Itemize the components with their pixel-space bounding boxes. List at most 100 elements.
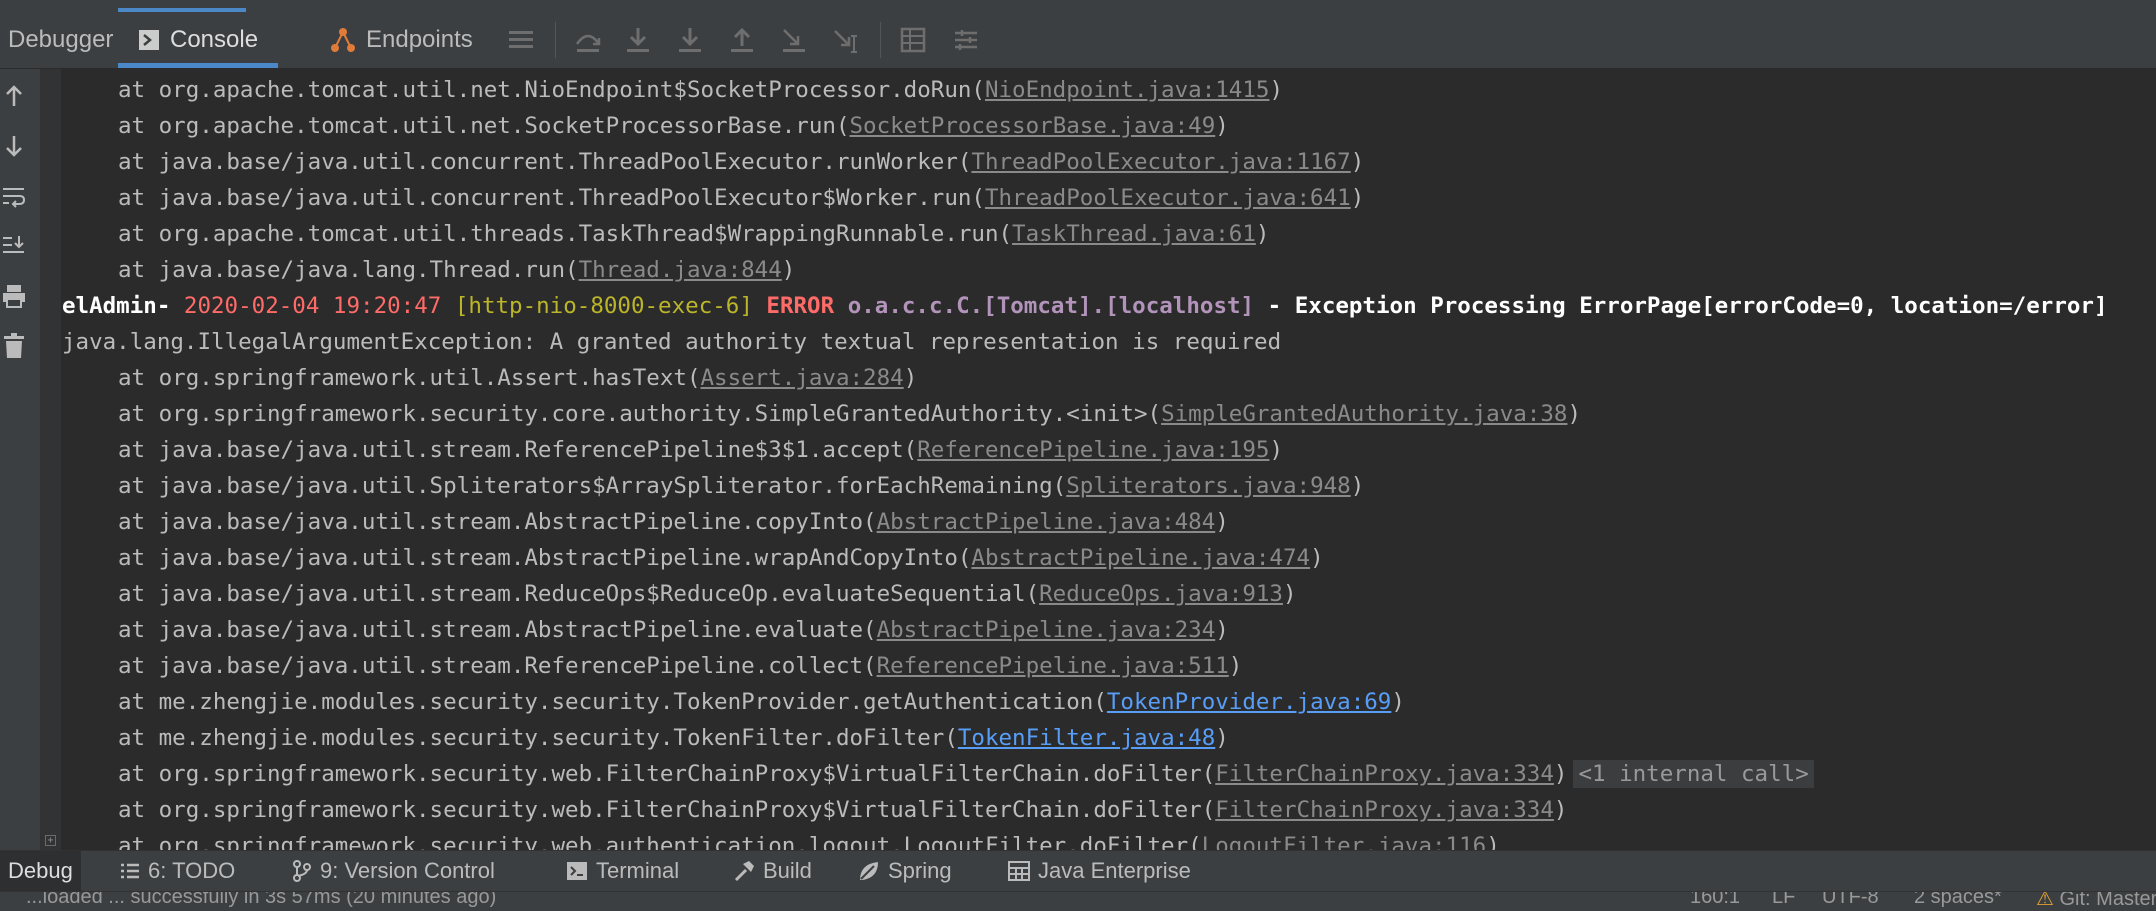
stack-trace-line: at java.base/java.util.stream.ReduceOps$… — [62, 576, 2156, 612]
log-app-name: elAdmin- — [62, 293, 170, 319]
caret-position[interactable]: 160:1 — [1690, 891, 1740, 909]
trace-method: at java.base/java.util.concurrent.Thread… — [118, 185, 985, 211]
up-arrow-icon[interactable] — [0, 82, 28, 110]
stack-trace-line: at java.base/java.lang.Thread.run(Thread… — [62, 252, 2156, 288]
trace-method: at java.base/java.util.stream.ReduceOps$… — [118, 581, 1039, 607]
source-link[interactable]: TaskThread.java:61 — [1012, 221, 1256, 247]
tab-endpoints[interactable]: Endpoints — [330, 12, 473, 68]
trace-method: at org.apache.tomcat.util.net.NioEndpoin… — [118, 77, 985, 103]
trace-method: at org.apache.tomcat.util.net.SocketProc… — [118, 113, 850, 139]
source-link[interactable]: NioEndpoint.java:1415 — [985, 77, 1269, 103]
table-icon[interactable] — [897, 24, 929, 56]
console-icon — [138, 29, 160, 51]
source-link[interactable]: ReduceOps.java:913 — [1039, 581, 1283, 607]
force-step-into-icon[interactable] — [674, 24, 706, 56]
source-link[interactable]: AbstractPipeline.java:234 — [877, 617, 1216, 643]
console-output[interactable]: at org.apache.tomcat.util.net.NioEndpoin… — [62, 72, 2156, 850]
line-separator[interactable]: LF — [1772, 891, 1795, 909]
bottom-tab-spring[interactable]: Spring — [858, 851, 952, 891]
settings-list-icon[interactable] — [950, 24, 982, 56]
tab-console-underline — [118, 63, 278, 68]
git-branch[interactable]: ⚠ Git: Master — [2036, 891, 2156, 911]
git-branch-label: Git: Master — [2060, 891, 2156, 910]
toolbar-separator — [880, 22, 881, 58]
print-icon[interactable] — [0, 282, 28, 310]
trace-suffix: ) — [1554, 797, 1568, 823]
trace-method: at me.zhengjie.modules.security.security… — [118, 725, 958, 751]
down-arrow-icon[interactable] — [0, 132, 28, 160]
source-link[interactable]: Spliterators.java:948 — [1066, 473, 1350, 499]
step-into-icon[interactable] — [622, 24, 654, 56]
bottom-tab-todo[interactable]: 6: TODO — [120, 851, 235, 891]
run-to-cursor-icon[interactable] — [778, 24, 810, 56]
trace-method: at org.springframework.security.web.Filt… — [118, 761, 1215, 787]
trace-suffix: ) — [1567, 401, 1581, 427]
source-link[interactable]: FilterChainProxy.java:334 — [1215, 797, 1554, 823]
fold-expand-icon[interactable]: + — [45, 835, 56, 846]
source-link[interactable]: SocketProcessorBase.java:49 — [850, 113, 1216, 139]
bottom-tab-java-enterprise[interactable]: Java Enterprise — [1008, 851, 1191, 891]
status-message: ...loaded ... successfully in 3s 57ms (2… — [26, 891, 496, 909]
trace-method: at java.base/java.util.stream.ReferenceP… — [118, 653, 877, 679]
trace-suffix: ) — [1269, 77, 1283, 103]
source-link[interactable]: AbstractPipeline.java:484 — [877, 509, 1216, 535]
log-level: ERROR — [766, 293, 834, 319]
evaluate-cursor-icon[interactable] — [830, 24, 862, 56]
trace-method: at java.base/java.util.stream.ReferenceP… — [118, 437, 917, 463]
stack-trace-line: at java.base/java.util.stream.AbstractPi… — [62, 612, 2156, 648]
trace-suffix: ) — [1256, 221, 1270, 247]
trace-suffix: ) — [1269, 437, 1283, 463]
debug-toolbar: Debugger Console Endpoints — [0, 12, 2156, 69]
tab-debugger-label: Debugger — [8, 26, 113, 54]
status-bar: ...loaded ... successfully in 3s 57ms (2… — [0, 891, 2156, 911]
scroll-to-end-icon[interactable] — [0, 232, 28, 260]
source-link[interactable]: FilterChainProxy.java:334 — [1215, 761, 1554, 787]
source-link[interactable]: ReferencePipeline.java:511 — [877, 653, 1229, 679]
step-out-icon[interactable] — [726, 24, 758, 56]
bottom-tab-version-control[interactable]: 9: Version Control — [292, 851, 495, 891]
trace-method: at org.apache.tomcat.util.threads.TaskTh… — [118, 221, 1012, 247]
tab-console-label: Console — [170, 26, 258, 54]
bottom-tab-build[interactable]: Build — [733, 851, 812, 891]
tab-debugger[interactable]: Debugger — [8, 12, 113, 68]
source-link[interactable]: AbstractPipeline.java:474 — [971, 545, 1310, 571]
source-link[interactable]: LogoutFilter.java:116 — [1202, 833, 1486, 850]
trace-suffix: ) — [1391, 689, 1405, 715]
internal-call-badge[interactable]: <1 internal call> — [1573, 760, 1813, 788]
source-link[interactable]: SimpleGrantedAuthority.java:38 — [1161, 401, 1567, 427]
endpoints-icon — [330, 27, 356, 53]
log-message: - Exception Processing ErrorPage[errorCo… — [1268, 293, 2108, 319]
list-icon[interactable] — [505, 24, 537, 56]
indent-setting[interactable]: 2 spaces* — [1914, 891, 2002, 909]
source-link[interactable]: TokenFilter.java:48 — [958, 725, 1215, 751]
bottom-tab-debug[interactable]: Debug — [0, 851, 81, 891]
soft-wrap-icon[interactable] — [0, 182, 28, 210]
log-timestamp: 2020-02-04 19:20:47 — [184, 293, 441, 319]
source-link[interactable]: ThreadPoolExecutor.java:1167 — [971, 149, 1350, 175]
trace-method: at org.springframework.security.core.aut… — [118, 401, 1161, 427]
trace-method: at java.base/java.util.stream.AbstractPi… — [118, 617, 877, 643]
bottom-tab-java-enterprise-label: Java Enterprise — [1038, 858, 1191, 884]
trace-method: at java.base/java.util.stream.AbstractPi… — [118, 545, 971, 571]
trash-icon[interactable] — [0, 332, 28, 360]
stack-trace-line: at me.zhengjie.modules.security.security… — [62, 684, 2156, 720]
source-link[interactable]: TokenProvider.java:69 — [1107, 689, 1391, 715]
source-link[interactable]: ReferencePipeline.java:195 — [917, 437, 1269, 463]
trace-suffix: ) — [1351, 185, 1365, 211]
tab-console[interactable]: Console — [118, 12, 278, 68]
bottom-tab-debug-label: Debug — [8, 858, 73, 884]
terminal-icon — [566, 861, 588, 881]
bottom-tab-terminal[interactable]: Terminal — [566, 851, 679, 891]
source-link[interactable]: ThreadPoolExecutor.java:641 — [985, 185, 1351, 211]
spring-leaf-icon — [858, 860, 880, 882]
file-encoding[interactable]: UTF-8 — [1822, 891, 1879, 909]
bottom-tab-version-control-label: 9: Version Control — [320, 858, 495, 884]
source-link[interactable]: Assert.java:284 — [700, 365, 903, 391]
log-thread-name: [http-nio-8000-exec-6] — [455, 293, 753, 319]
stack-trace-line: at org.springframework.security.web.auth… — [62, 828, 2156, 850]
trace-suffix: ) — [782, 257, 796, 283]
step-over-icon[interactable] — [572, 24, 604, 56]
stack-trace-line: at org.springframework.security.web.Filt… — [62, 792, 2156, 828]
source-link[interactable]: Thread.java:844 — [579, 257, 782, 283]
trace-suffix: ) — [1351, 473, 1365, 499]
